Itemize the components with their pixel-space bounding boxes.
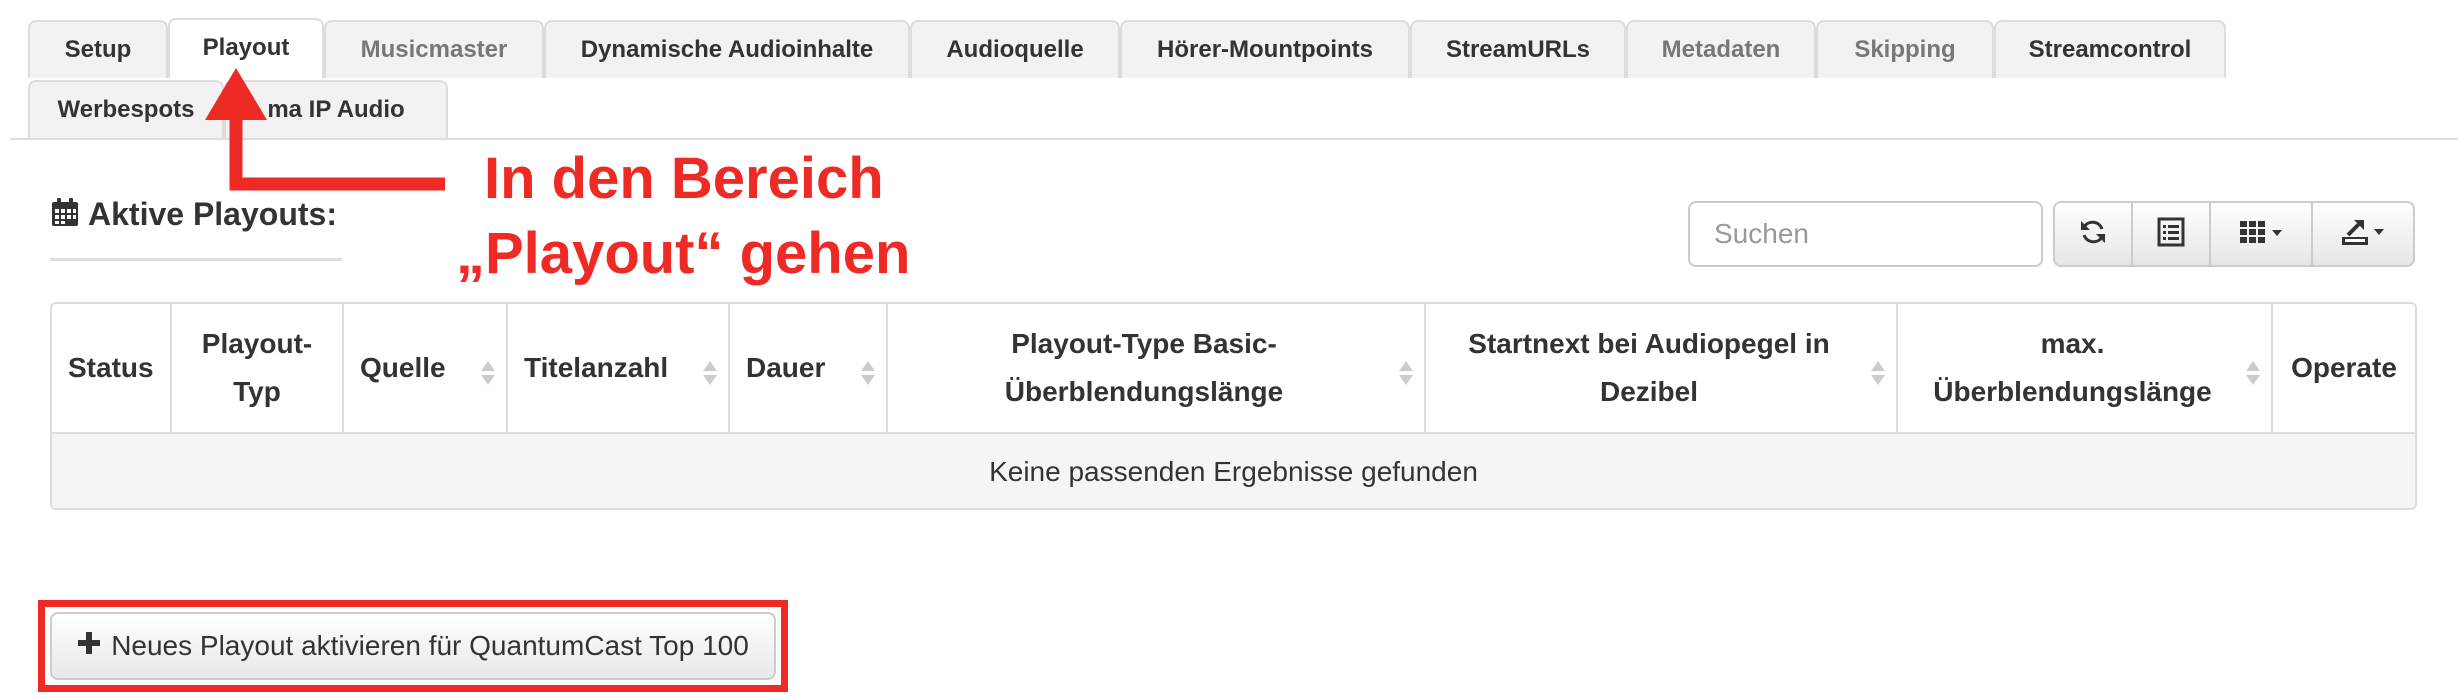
- section-title: Aktive Playouts:: [50, 196, 337, 236]
- list-view-icon: [2157, 217, 2185, 252]
- tab-playout[interactable]: Playout: [168, 18, 324, 78]
- plus-icon: [77, 630, 101, 662]
- sort-icon: [860, 354, 876, 402]
- column-header-playout-typ: Playout-Typ: [171, 304, 344, 434]
- sort-icon: [702, 354, 718, 402]
- export-icon: [2340, 217, 2386, 252]
- tab-hoerer-mountpoints[interactable]: Hörer-Mountpoints: [1120, 20, 1410, 78]
- column-header-max-ueberblendungslaenge[interactable]: max. Überblendungslänge: [1897, 304, 2273, 434]
- column-header-ueberblendungslaenge-basic[interactable]: Playout-Type Basic-Überblendungslänge: [887, 304, 1426, 434]
- sort-icon: [1870, 354, 1886, 402]
- tab-skipping[interactable]: Skipping: [1816, 20, 1994, 78]
- activate-playout-label: Neues Playout aktivieren für QuantumCast…: [111, 630, 749, 661]
- column-header-titelanzahl[interactable]: Titelanzahl: [507, 304, 730, 434]
- tab-dynamische-audioinhalte[interactable]: Dynamische Audioinhalte: [544, 20, 910, 78]
- activate-playout-button[interactable]: Neues Playout aktivieren für QuantumCast…: [50, 612, 776, 680]
- export-button[interactable]: [2311, 201, 2415, 267]
- tab-setup[interactable]: Setup: [28, 20, 168, 78]
- column-header-quelle[interactable]: Quelle: [343, 304, 508, 434]
- column-header-operate: Operate: [2272, 304, 2415, 434]
- sort-icon: [2245, 354, 2261, 402]
- tab-streamurls[interactable]: StreamURLs: [1410, 20, 1626, 78]
- empty-message: Keine passenden Ergebnisse gefunden: [52, 433, 2415, 508]
- tab-baseline: [10, 138, 2458, 140]
- tab-werbespots[interactable]: Werbespots: [28, 80, 224, 138]
- sort-icon: [480, 354, 496, 402]
- section-title-label: Aktive Playouts:: [88, 196, 337, 232]
- tab-audioquelle[interactable]: Audioquelle: [910, 20, 1120, 78]
- section-divider: [50, 258, 342, 261]
- columns-button[interactable]: [2209, 201, 2313, 267]
- annotation-text-line2: „Playout“ gehen: [456, 221, 911, 286]
- table-header-row: Status Playout-Typ Quelle Titelanzahl Da…: [52, 304, 2415, 434]
- tab-streamcontrol[interactable]: Streamcontrol: [1994, 20, 2226, 78]
- table-toolbar: [2053, 201, 2415, 267]
- refresh-icon: [2078, 217, 2108, 252]
- tab-bar: Setup Playout Musicmaster Dynamische Aud…: [0, 0, 2458, 140]
- annotation-text-line1: In den Bereich: [484, 146, 884, 211]
- refresh-button[interactable]: [2053, 201, 2133, 267]
- tab-ma-ip-audio[interactable]: ma IP Audio: [224, 80, 448, 138]
- tab-metadaten[interactable]: Metadaten: [1626, 20, 1816, 78]
- sort-icon: [1398, 354, 1414, 402]
- column-header-dauer[interactable]: Dauer: [729, 304, 888, 434]
- calendar-icon: [50, 198, 80, 236]
- playouts-table: Status Playout-Typ Quelle Titelanzahl Da…: [50, 302, 2417, 510]
- table-row: Keine passenden Ergebnisse gefunden: [52, 433, 2415, 508]
- list-view-button[interactable]: [2131, 201, 2211, 267]
- columns-grid-icon: [2238, 219, 2284, 250]
- column-header-status: Status: [52, 304, 172, 434]
- search-input[interactable]: [1688, 201, 2043, 267]
- tab-musicmaster[interactable]: Musicmaster: [324, 20, 544, 78]
- column-header-startnext-dezibel[interactable]: Startnext bei Audiopegel in Dezibel: [1425, 304, 1898, 434]
